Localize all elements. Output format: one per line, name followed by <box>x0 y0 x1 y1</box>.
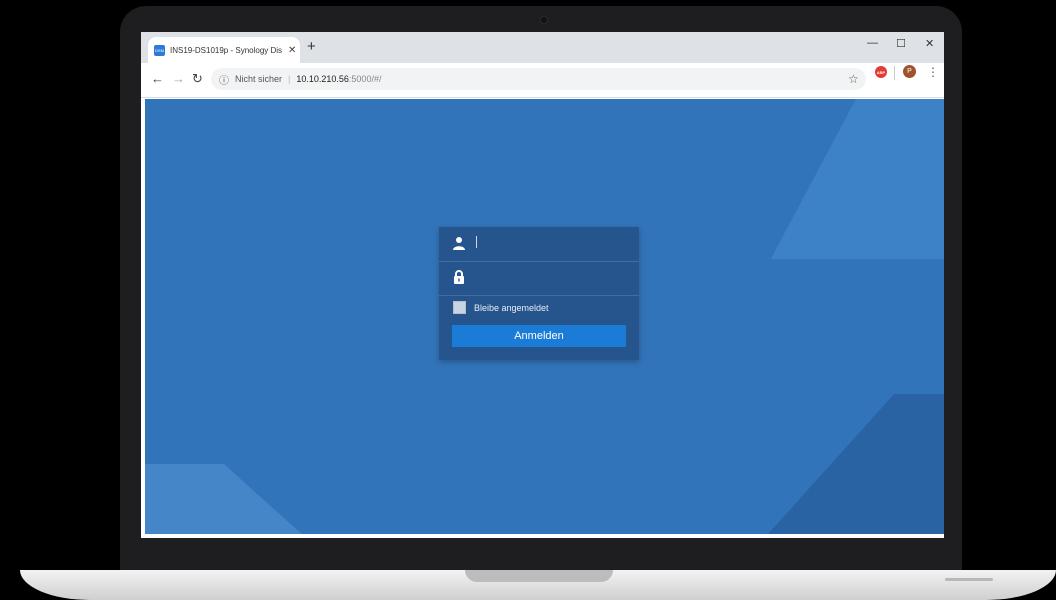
toolbar-divider <box>894 66 895 80</box>
laptop-base-line <box>945 578 993 581</box>
background-shape <box>713 394 944 534</box>
camera <box>541 17 547 23</box>
background-shape <box>770 99 944 259</box>
login-page: Bleibe angemeldet Anmelden <box>145 99 944 534</box>
url-separator: | <box>288 74 291 84</box>
tab-bar: DSM INS19-DS1019p - Synology Disk ✕ + — … <box>141 32 944 63</box>
url-path: :5000/#/ <box>348 74 382 84</box>
url-field[interactable]: ⓘ Nicht sicher | 10.10.210.56 :5000/#/ <box>211 68 866 90</box>
maximize-icon[interactable]: ☐ <box>896 37 906 50</box>
browser-window: DSM INS19-DS1019p - Synology Disk ✕ + — … <box>141 32 944 538</box>
close-tab-icon[interactable]: ✕ <box>288 45 296 56</box>
synology-favicon-icon: DSM <box>154 44 165 56</box>
info-icon[interactable]: ⓘ <box>219 72 229 87</box>
tab-title: INS19-DS1019p - Synology Disk <box>170 45 282 55</box>
password-input[interactable] <box>475 267 629 289</box>
adblock-extension-icon[interactable]: ABP <box>875 66 887 78</box>
new-tab-button[interactable]: + <box>307 38 316 55</box>
login-button[interactable]: Anmelden <box>452 325 626 347</box>
profile-avatar[interactable]: P <box>903 65 916 78</box>
remember-me[interactable]: Bleibe angemeldet <box>453 301 549 314</box>
password-row <box>439 261 639 296</box>
remember-checkbox[interactable] <box>453 301 466 314</box>
reload-icon[interactable]: ↻ <box>192 71 203 87</box>
remember-label: Bleibe angemeldet <box>474 302 549 313</box>
username-input[interactable] <box>475 233 629 255</box>
username-row <box>439 227 639 262</box>
address-bar: ← → ↻ ⓘ Nicht sicher | 10.10.210.56 :500… <box>141 63 944 98</box>
user-icon <box>453 237 465 250</box>
forward-icon[interactable]: → <box>172 71 185 86</box>
background-shape <box>145 464 347 534</box>
url-host: 10.10.210.56 <box>296 74 349 84</box>
login-panel: Bleibe angemeldet Anmelden <box>439 227 639 360</box>
bookmark-star-icon[interactable]: ☆ <box>848 72 859 86</box>
menu-icon[interactable]: ⋮ <box>927 65 939 79</box>
laptop-notch <box>465 570 613 582</box>
close-window-icon[interactable]: ✕ <box>925 37 934 50</box>
back-icon[interactable]: ← <box>151 71 164 86</box>
minimize-icon[interactable]: — <box>867 37 878 49</box>
browser-tab[interactable]: DSM INS19-DS1019p - Synology Disk ✕ <box>148 37 300 63</box>
lock-icon <box>454 270 464 284</box>
security-label: Nicht sicher <box>235 74 283 84</box>
